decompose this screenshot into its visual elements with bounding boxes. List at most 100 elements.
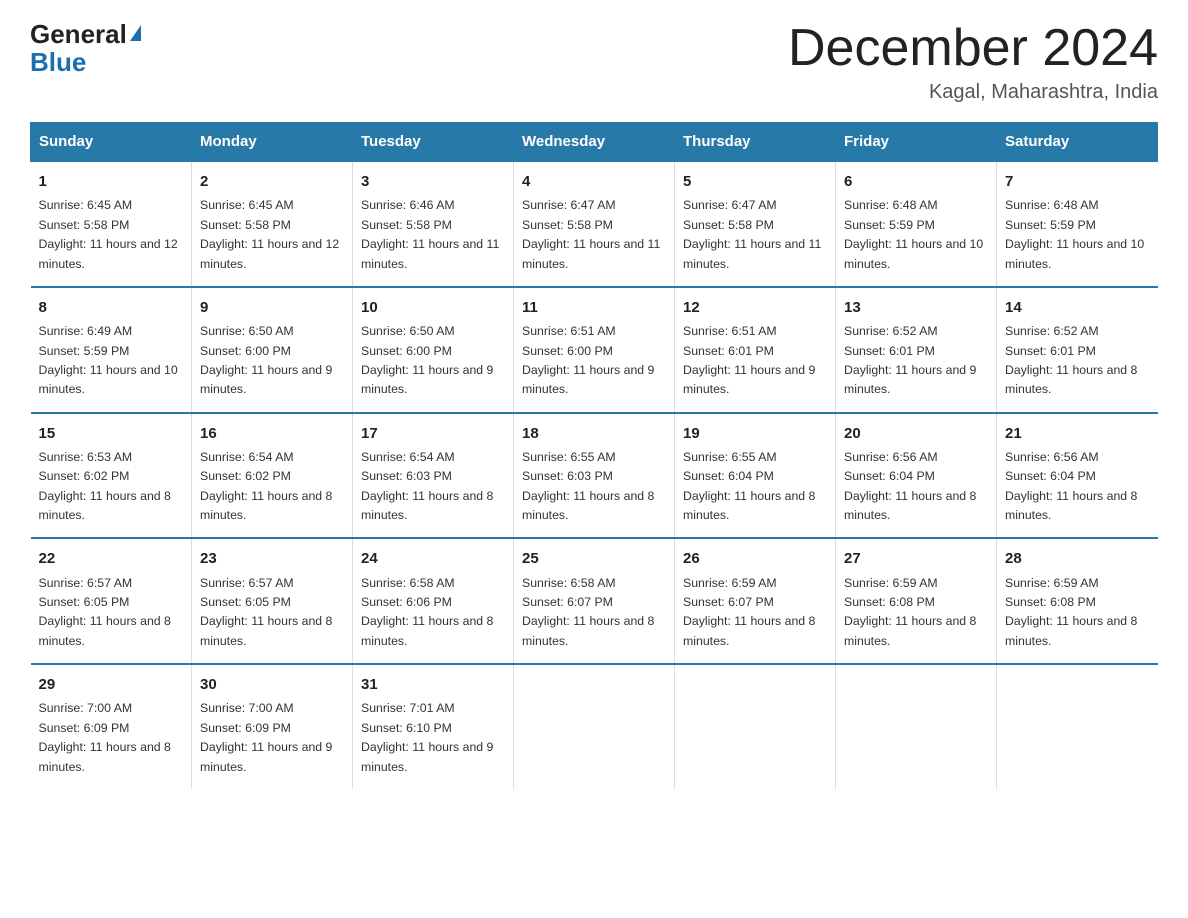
day-number: 31	[361, 673, 505, 696]
day-number: 13	[844, 296, 988, 319]
day-number: 23	[200, 547, 344, 570]
cell-info: Sunrise: 6:59 AMSunset: 6:07 PMDaylight:…	[683, 576, 815, 648]
cell-info: Sunrise: 6:53 AMSunset: 6:02 PMDaylight:…	[39, 450, 171, 522]
day-number: 14	[1005, 296, 1150, 319]
calendar-week-row: 22 Sunrise: 6:57 AMSunset: 6:05 PMDayligh…	[31, 538, 1158, 664]
cell-info: Sunrise: 6:48 AMSunset: 5:59 PMDaylight:…	[1005, 198, 1144, 270]
calendar-cell: 2 Sunrise: 6:45 AMSunset: 5:58 PMDaylight…	[192, 161, 353, 287]
calendar-cell: 31 Sunrise: 7:01 AMSunset: 6:10 PMDayligh…	[353, 664, 514, 789]
calendar-cell	[836, 664, 997, 789]
calendar-table: SundayMondayTuesdayWednesdayThursdayFrid…	[30, 122, 1158, 789]
day-number: 4	[522, 170, 666, 193]
cell-info: Sunrise: 7:01 AMSunset: 6:10 PMDaylight:…	[361, 701, 493, 773]
cell-info: Sunrise: 6:55 AMSunset: 6:03 PMDaylight:…	[522, 450, 654, 522]
day-number: 20	[844, 422, 988, 445]
cell-info: Sunrise: 6:48 AMSunset: 5:59 PMDaylight:…	[844, 198, 983, 270]
header-saturday: Saturday	[997, 123, 1158, 162]
cell-info: Sunrise: 6:45 AMSunset: 5:58 PMDaylight:…	[200, 198, 339, 270]
cell-info: Sunrise: 6:45 AMSunset: 5:58 PMDaylight:…	[39, 198, 178, 270]
calendar-cell: 25Sunrise: 6:58 AMSunset: 6:07 PMDayligh…	[514, 538, 675, 664]
calendar-header-row: SundayMondayTuesdayWednesdayThursdayFrid…	[31, 123, 1158, 162]
day-number: 29	[39, 673, 184, 696]
location: Kagal, Maharashtra, India	[788, 81, 1158, 104]
logo-blue: Blue	[30, 47, 86, 78]
logo-triangle-icon	[130, 25, 141, 41]
calendar-cell: 17Sunrise: 6:54 AMSunset: 6:03 PMDayligh…	[353, 413, 514, 539]
calendar-cell: 16Sunrise: 6:54 AMSunset: 6:02 PMDayligh…	[192, 413, 353, 539]
cell-info: Sunrise: 6:50 AMSunset: 6:00 PMDaylight:…	[361, 324, 493, 396]
day-number: 5	[683, 170, 827, 193]
day-number: 21	[1005, 422, 1150, 445]
calendar-cell: 28Sunrise: 6:59 AMSunset: 6:08 PMDayligh…	[997, 538, 1158, 664]
cell-info: Sunrise: 6:50 AMSunset: 6:00 PMDaylight:…	[200, 324, 332, 396]
calendar-cell: 18 Sunrise: 6:55 AMSunset: 6:03 PMDayligh…	[514, 413, 675, 539]
cell-info: Sunrise: 6:59 AMSunset: 6:08 PMDaylight:…	[844, 576, 976, 648]
calendar-cell: 26 Sunrise: 6:59 AMSunset: 6:07 PMDayligh…	[675, 538, 836, 664]
day-number: 3	[361, 170, 505, 193]
calendar-week-row: 15 Sunrise: 6:53 AMSunset: 6:02 PMDayligh…	[31, 413, 1158, 539]
calendar-cell	[514, 664, 675, 789]
header-sunday: Sunday	[31, 123, 192, 162]
day-number: 30	[200, 673, 344, 696]
day-number: 15	[39, 422, 184, 445]
cell-info: Sunrise: 6:57 AMSunset: 6:05 PMDaylight:…	[39, 576, 171, 648]
header-tuesday: Tuesday	[353, 123, 514, 162]
calendar-cell: 6 Sunrise: 6:48 AMSunset: 5:59 PMDaylight…	[836, 161, 997, 287]
logo: General Blue	[30, 20, 141, 78]
calendar-cell: 15 Sunrise: 6:53 AMSunset: 6:02 PMDayligh…	[31, 413, 192, 539]
calendar-cell: 13 Sunrise: 6:52 AMSunset: 6:01 PMDayligh…	[836, 287, 997, 413]
day-number: 19	[683, 422, 827, 445]
cell-info: Sunrise: 6:54 AMSunset: 6:02 PMDaylight:…	[200, 450, 332, 522]
day-number: 12	[683, 296, 827, 319]
cell-info: Sunrise: 6:52 AMSunset: 6:01 PMDaylight:…	[844, 324, 976, 396]
cell-info: Sunrise: 6:59 AMSunset: 6:08 PMDaylight:…	[1005, 576, 1137, 648]
day-number: 10	[361, 296, 505, 319]
day-number: 2	[200, 170, 344, 193]
header-thursday: Thursday	[675, 123, 836, 162]
cell-info: Sunrise: 6:51 AMSunset: 6:00 PMDaylight:…	[522, 324, 654, 396]
calendar-cell: 19 Sunrise: 6:55 AMSunset: 6:04 PMDayligh…	[675, 413, 836, 539]
cell-info: Sunrise: 6:55 AMSunset: 6:04 PMDaylight:…	[683, 450, 815, 522]
calendar-cell: 4 Sunrise: 6:47 AMSunset: 5:58 PMDaylight…	[514, 161, 675, 287]
cell-info: Sunrise: 6:58 AMSunset: 6:06 PMDaylight:…	[361, 576, 493, 648]
calendar-cell: 3 Sunrise: 6:46 AMSunset: 5:58 PMDaylight…	[353, 161, 514, 287]
cell-info: Sunrise: 6:49 AMSunset: 5:59 PMDaylight:…	[39, 324, 178, 396]
cell-info: Sunrise: 6:46 AMSunset: 5:58 PMDaylight:…	[361, 198, 499, 270]
day-number: 1	[39, 170, 184, 193]
cell-info: Sunrise: 6:58 AMSunset: 6:07 PMDaylight:…	[522, 576, 654, 648]
calendar-cell: 23 Sunrise: 6:57 AMSunset: 6:05 PMDayligh…	[192, 538, 353, 664]
day-number: 22	[39, 547, 184, 570]
day-number: 9	[200, 296, 344, 319]
header-monday: Monday	[192, 123, 353, 162]
cell-info: Sunrise: 6:51 AMSunset: 6:01 PMDaylight:…	[683, 324, 815, 396]
cell-info: Sunrise: 6:47 AMSunset: 5:58 PMDaylight:…	[522, 198, 660, 270]
cell-info: Sunrise: 6:57 AMSunset: 6:05 PMDaylight:…	[200, 576, 332, 648]
calendar-cell: 24Sunrise: 6:58 AMSunset: 6:06 PMDayligh…	[353, 538, 514, 664]
cell-info: Sunrise: 6:47 AMSunset: 5:58 PMDaylight:…	[683, 198, 821, 270]
calendar-cell	[675, 664, 836, 789]
header-friday: Friday	[836, 123, 997, 162]
calendar-week-row: 8 Sunrise: 6:49 AMSunset: 5:59 PMDaylight…	[31, 287, 1158, 413]
day-number: 6	[844, 170, 988, 193]
day-number: 8	[39, 296, 184, 319]
calendar-cell: 11Sunrise: 6:51 AMSunset: 6:00 PMDayligh…	[514, 287, 675, 413]
cell-info: Sunrise: 7:00 AMSunset: 6:09 PMDaylight:…	[39, 701, 171, 773]
calendar-cell: 9 Sunrise: 6:50 AMSunset: 6:00 PMDaylight…	[192, 287, 353, 413]
header-wednesday: Wednesday	[514, 123, 675, 162]
cell-info: Sunrise: 6:54 AMSunset: 6:03 PMDaylight:…	[361, 450, 493, 522]
day-number: 18	[522, 422, 666, 445]
calendar-week-row: 29 Sunrise: 7:00 AMSunset: 6:09 PMDayligh…	[31, 664, 1158, 789]
calendar-cell: 21 Sunrise: 6:56 AMSunset: 6:04 PMDayligh…	[997, 413, 1158, 539]
calendar-cell	[997, 664, 1158, 789]
day-number: 26	[683, 547, 827, 570]
cell-info: Sunrise: 6:52 AMSunset: 6:01 PMDaylight:…	[1005, 324, 1137, 396]
calendar-cell: 1 Sunrise: 6:45 AMSunset: 5:58 PMDaylight…	[31, 161, 192, 287]
cell-info: Sunrise: 6:56 AMSunset: 6:04 PMDaylight:…	[1005, 450, 1137, 522]
month-title: December 2024	[788, 20, 1158, 77]
cell-info: Sunrise: 6:56 AMSunset: 6:04 PMDaylight:…	[844, 450, 976, 522]
calendar-cell: 20 Sunrise: 6:56 AMSunset: 6:04 PMDayligh…	[836, 413, 997, 539]
day-number: 7	[1005, 170, 1150, 193]
calendar-cell: 7 Sunrise: 6:48 AMSunset: 5:59 PMDaylight…	[997, 161, 1158, 287]
title-block: December 2024 Kagal, Maharashtra, India	[788, 20, 1158, 104]
calendar-week-row: 1 Sunrise: 6:45 AMSunset: 5:58 PMDaylight…	[31, 161, 1158, 287]
